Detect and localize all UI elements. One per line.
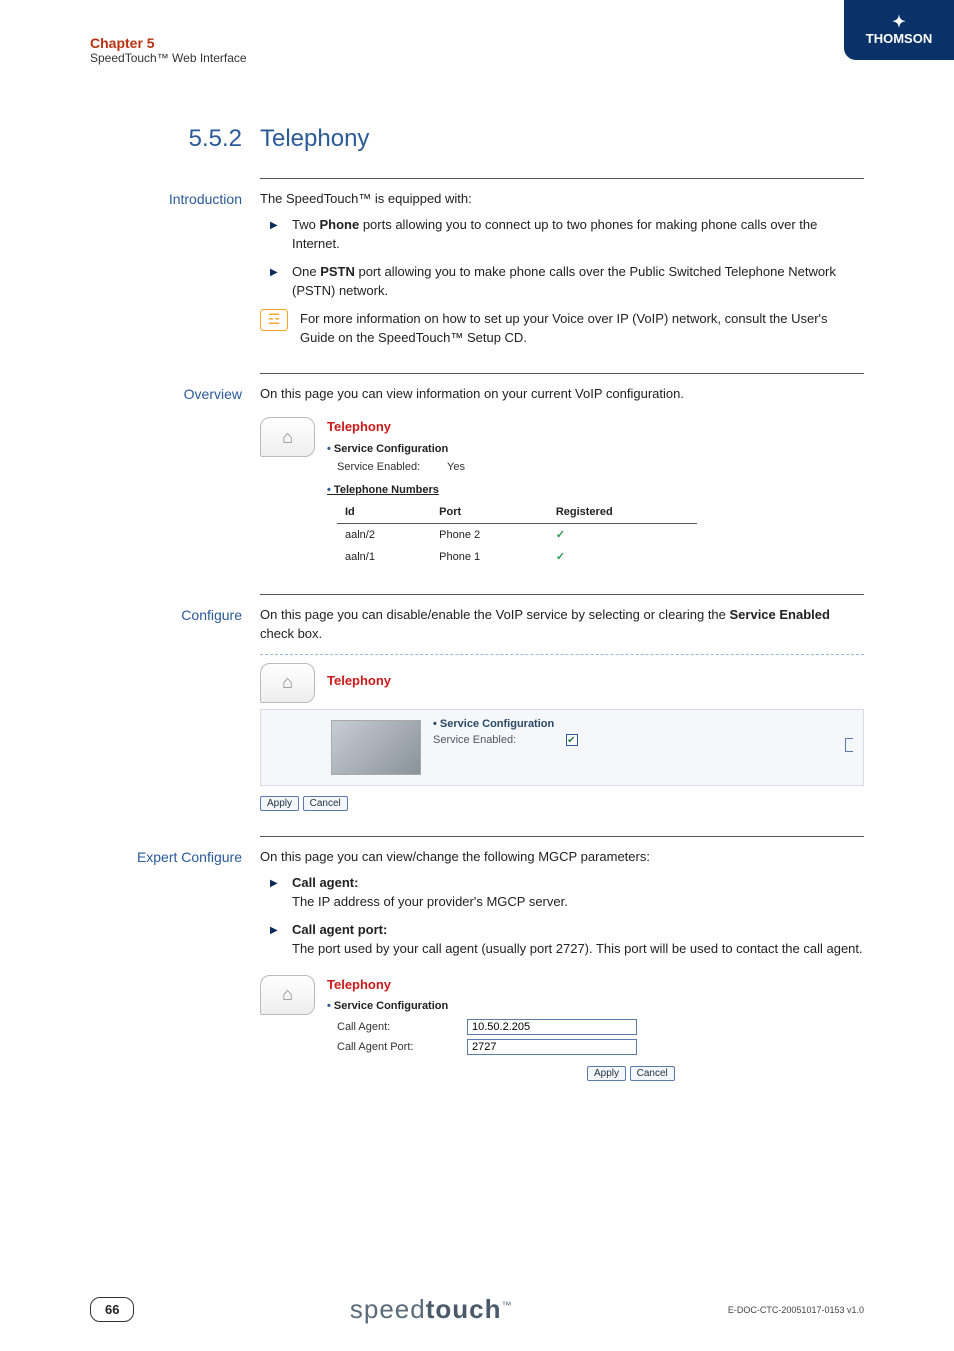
footer-brand: speedtouch™ bbox=[350, 1294, 513, 1325]
chapter-header: Chapter 5 SpeedTouch™ Web Interface bbox=[90, 35, 864, 65]
apply-button[interactable]: Apply bbox=[260, 796, 299, 811]
chapter-title: Chapter 5 bbox=[90, 35, 864, 51]
service-enabled-label: Service Enabled: bbox=[433, 732, 563, 749]
configure-panel: • Service Configuration Service Enabled: bbox=[260, 709, 864, 786]
thomson-logo-icon: ✦ bbox=[892, 15, 905, 31]
service-configuration-heading: • Service Configuration bbox=[433, 718, 554, 730]
device-icon: ⌂ bbox=[260, 975, 315, 1015]
brand-badge: ✦ THOMSON bbox=[844, 0, 954, 60]
service-configuration-heading: Service Configuration bbox=[327, 441, 864, 458]
service-enabled-value: Yes bbox=[447, 461, 465, 473]
overview-label: Overview bbox=[90, 384, 260, 569]
col-id: Id bbox=[337, 502, 431, 523]
device-photo bbox=[331, 720, 421, 775]
overview-panel-title: Telephony bbox=[327, 417, 864, 437]
divider bbox=[260, 836, 864, 837]
page-footer: 66 speedtouch™ E-DOC-CTC-20051017-0153 v… bbox=[90, 1294, 864, 1325]
col-port: Port bbox=[431, 502, 548, 523]
intro-bullet: One PSTN port allowing you to make phone… bbox=[260, 262, 864, 301]
info-icon: ☲ bbox=[260, 309, 288, 331]
apply-button[interactable]: Apply bbox=[587, 1066, 626, 1081]
service-configuration-heading: Service Configuration bbox=[327, 998, 864, 1015]
check-icon: ✓ bbox=[548, 523, 697, 546]
divider bbox=[260, 594, 864, 595]
intro-info: For more information on how to set up yo… bbox=[300, 309, 864, 348]
cancel-button[interactable]: Cancel bbox=[630, 1066, 675, 1081]
panel-cutoff bbox=[845, 738, 853, 752]
doc-id: E-DOC-CTC-20051017-0153 v1.0 bbox=[728, 1305, 864, 1315]
configure-panel-title: Telephony bbox=[327, 671, 391, 691]
divider bbox=[260, 178, 864, 179]
section-title: Telephony bbox=[260, 125, 369, 153]
call-agent-label: Call Agent: bbox=[337, 1019, 467, 1036]
divider bbox=[260, 373, 864, 374]
brand-name: THOMSON bbox=[866, 31, 932, 46]
device-icon: ⌂ bbox=[260, 417, 315, 457]
table-row: aaln/1 Phone 1 ✓ bbox=[337, 546, 697, 569]
telephone-numbers-heading: Telephone Numbers bbox=[327, 482, 864, 499]
cancel-button[interactable]: Cancel bbox=[303, 796, 348, 811]
service-enabled-checkbox[interactable] bbox=[566, 734, 578, 746]
service-enabled-label: Service Enabled: bbox=[337, 459, 447, 476]
call-agent-port-label: Call Agent Port: bbox=[337, 1039, 467, 1056]
telephone-numbers-table: Id Port Registered aaln/2 Phone 2 ✓ aaln… bbox=[337, 502, 697, 569]
device-icon: ⌂ bbox=[260, 663, 315, 703]
expert-text: On this page you can view/change the fol… bbox=[260, 847, 864, 867]
call-agent-port-input[interactable] bbox=[467, 1039, 637, 1055]
expert-item: Call agent: The IP address of your provi… bbox=[260, 873, 864, 912]
expert-configure-label: Expert Configure bbox=[90, 847, 260, 1081]
intro-bullet: Two Phone ports allowing you to connect … bbox=[260, 215, 864, 254]
col-registered: Registered bbox=[548, 502, 697, 523]
intro-lead: The SpeedTouch™ is equipped with: bbox=[260, 189, 864, 209]
configure-label: Configure bbox=[90, 605, 260, 812]
overview-text: On this page you can view information on… bbox=[260, 384, 864, 404]
table-row: aaln/2 Phone 2 ✓ bbox=[337, 523, 697, 546]
configure-text: On this page you can disable/enable the … bbox=[260, 605, 864, 644]
expert-panel-title: Telephony bbox=[327, 975, 864, 995]
expert-item: Call agent port: The port used by your c… bbox=[260, 920, 864, 959]
check-icon: ✓ bbox=[548, 546, 697, 569]
chapter-subtitle: SpeedTouch™ Web Interface bbox=[90, 51, 864, 65]
page-number: 66 bbox=[90, 1297, 134, 1322]
call-agent-input[interactable] bbox=[467, 1019, 637, 1035]
intro-label: Introduction bbox=[90, 189, 260, 348]
section-heading: 5.5.2 Telephony bbox=[90, 125, 864, 153]
section-number: 5.5.2 bbox=[90, 125, 260, 153]
